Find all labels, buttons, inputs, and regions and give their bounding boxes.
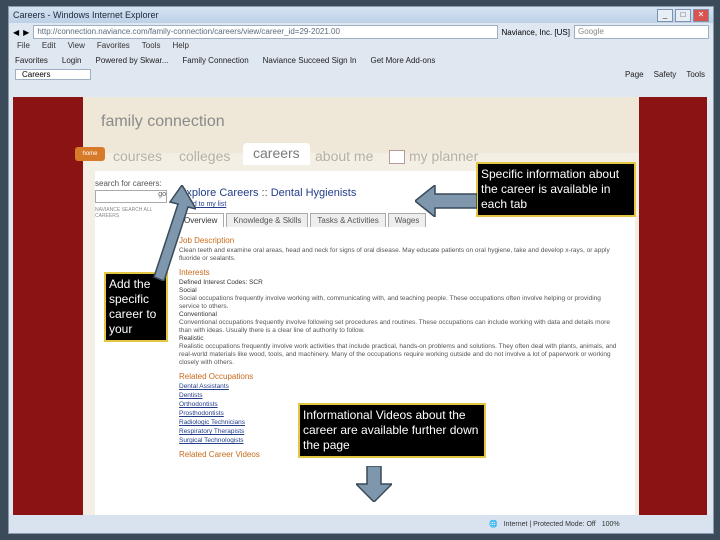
menu-tools[interactable]: Tools — [142, 41, 161, 53]
title-bar: Careers - Windows Internet Explorer _ □ … — [9, 7, 713, 23]
back-icon[interactable]: ◀ — [13, 28, 19, 37]
callout-videos: Informational Videos about the career ar… — [298, 403, 486, 458]
fav-addons[interactable]: Get More Add-ons — [371, 56, 436, 65]
tab-tasks-activities[interactable]: Tasks & Activities — [310, 213, 386, 227]
career-title: Explore Careers :: Dental Hygienists — [179, 187, 356, 199]
status-bar: 🌐 Internet | Protected Mode: Off 100% — [9, 515, 713, 533]
callout-add-career: Add the specific career to your — [104, 272, 168, 342]
related-link[interactable]: Dental Assistants — [179, 383, 619, 391]
nav-courses[interactable]: courses — [113, 147, 162, 165]
tab-bar: Careers Page Safety Tools — [9, 67, 713, 81]
planner-icon — [389, 150, 405, 164]
address-input[interactable]: http://connection.naviance.com/family-co… — [33, 25, 498, 39]
menu-view[interactable]: View — [68, 41, 85, 53]
home-button[interactable]: home — [75, 147, 105, 161]
job-description-text: Clean teeth and examine oral areas, head… — [179, 247, 610, 262]
brand-title: family connection — [101, 113, 225, 130]
related-link[interactable]: Dentists — [179, 392, 619, 400]
status-text: Internet | Protected Mode: Off — [503, 520, 596, 528]
left-arrow-icon — [415, 185, 477, 217]
fav-login[interactable]: Login — [62, 56, 82, 65]
browser-tab-careers[interactable]: Careers — [15, 68, 92, 80]
fav-family-connection[interactable]: Family Connection — [182, 56, 248, 65]
menu-bar: File Edit View Favorites Tools Help — [9, 41, 713, 53]
career-tabs: Overview Knowledge & Skills Tasks & Acti… — [177, 213, 428, 227]
window-controls: _ □ ✕ — [657, 8, 713, 22]
menu-help[interactable]: Help — [172, 41, 188, 53]
minimize-button[interactable]: _ — [657, 8, 673, 22]
interest-conventional-text: Conventional occupations frequently invo… — [179, 319, 610, 334]
site-badge: Naviance, Inc. [US] — [501, 27, 570, 37]
section-related-occupations: Related Occupations — [179, 372, 254, 381]
interest-social: Social — [179, 287, 197, 294]
menu-favorites[interactable]: Favorites — [97, 41, 130, 53]
career-name: Dental Hygienists — [270, 187, 357, 199]
tools-menu[interactable]: Tools — [686, 70, 705, 79]
globe-icon: 🌐 — [489, 521, 498, 528]
section-job-description: Job Description — [179, 236, 235, 245]
callout-tab-info: Specific information about the career is… — [476, 162, 636, 217]
zoom-level[interactable]: 100% — [602, 521, 620, 528]
tab-knowledge-skills[interactable]: Knowledge & Skills — [226, 213, 309, 227]
interest-conventional: Conventional — [179, 311, 217, 318]
down-arrow-icon — [356, 466, 392, 502]
page-menu[interactable]: Page — [625, 70, 644, 79]
search-input[interactable]: Google — [574, 25, 709, 39]
maximize-button[interactable]: □ — [675, 8, 691, 22]
interest-realistic: Realistic — [179, 335, 204, 342]
menu-file[interactable]: File — [17, 41, 30, 53]
nav-careers[interactable]: careers — [243, 143, 310, 165]
favorites-bar: Favorites Login Powered by Skwar... Fami… — [9, 53, 713, 67]
favorites-button[interactable]: Favorites — [15, 56, 48, 65]
tab-tools: Page Safety Tools — [625, 70, 713, 79]
address-bar-row: ◀ ▶ http://connection.naviance.com/famil… — [9, 23, 713, 41]
nav-my-planner[interactable]: my planner — [409, 147, 478, 165]
title-separator: :: — [258, 187, 271, 199]
section-interests: Interests — [179, 268, 210, 277]
fav-naviance-signin[interactable]: Naviance Succeed Sign In — [263, 56, 357, 65]
interest-social-text: Social occupations frequently involve wo… — [179, 295, 601, 310]
nav-about-me[interactable]: about me — [315, 147, 373, 165]
window-title: Careers - Windows Internet Explorer — [13, 10, 159, 20]
nav-colleges[interactable]: colleges — [179, 147, 230, 165]
forward-icon[interactable]: ▶ — [23, 28, 29, 37]
menu-edit[interactable]: Edit — [42, 41, 56, 53]
close-button[interactable]: ✕ — [693, 8, 709, 22]
up-arrow-icon — [153, 185, 196, 281]
interest-codes: Defined Interest Codes: SCR — [179, 279, 263, 286]
fav-powered[interactable]: Powered by Skwar... — [95, 56, 168, 65]
interest-realistic-text: Realistic occupations frequently involve… — [179, 343, 617, 366]
safety-menu[interactable]: Safety — [654, 70, 677, 79]
